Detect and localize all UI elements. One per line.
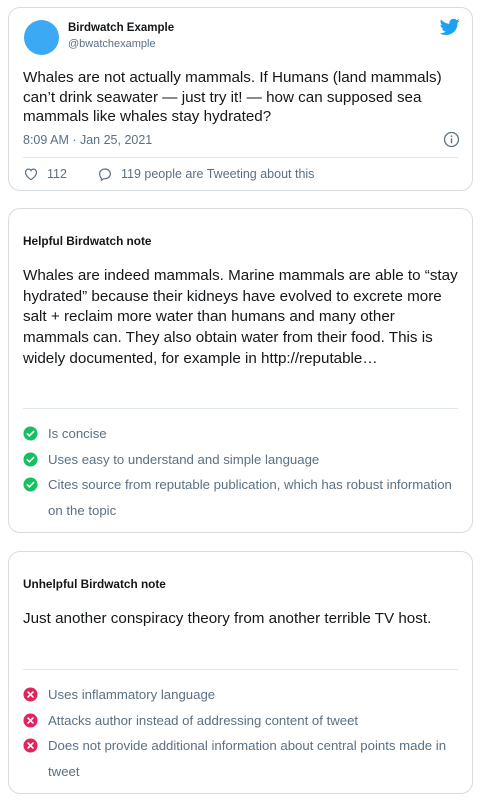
heart-icon xyxy=(24,168,38,181)
reason-text: Attacks author instead of addressing con… xyxy=(48,712,359,728)
x-circle-icon xyxy=(23,687,38,702)
like-button[interactable]: 112 xyxy=(23,166,67,182)
reason-item: Does not provide additional information … xyxy=(23,733,463,784)
x-circle-icon xyxy=(23,738,38,753)
reason-list: Is concise Uses easy to understand and s… xyxy=(23,421,463,523)
info-icon[interactable] xyxy=(443,131,460,148)
note-heading: Unhelpful Birdwatch note xyxy=(23,577,166,591)
note-heading: Helpful Birdwatch note xyxy=(23,234,152,248)
reason-text: Does not provide additional information … xyxy=(48,738,447,779)
check-circle-icon xyxy=(23,477,38,492)
reason-item: Is concise xyxy=(23,421,463,447)
divider xyxy=(23,157,458,158)
note-text: Whales are indeed mammals. Marine mammal… xyxy=(23,267,458,367)
divider xyxy=(23,408,458,409)
unhelpful-note-card: Unhelpful Birdwatch note Just another co… xyxy=(8,551,473,794)
check-circle-icon xyxy=(23,426,38,441)
reason-text: Is concise xyxy=(48,426,107,441)
reason-text: Cites source from reputable publication,… xyxy=(48,477,452,518)
user-handle[interactable]: @bwatchexample xyxy=(68,38,156,50)
reason-text: Uses inflammatory language xyxy=(48,687,216,702)
avatar[interactable] xyxy=(24,20,59,55)
reason-list: Uses inflammatory language Attacks autho… xyxy=(23,682,463,784)
reason-item: Cites source from reputable publication,… xyxy=(23,472,463,523)
reason-item: Uses easy to understand and simple langu… xyxy=(23,447,463,473)
twitter-bird-icon[interactable] xyxy=(440,18,460,36)
comment-bubble-icon xyxy=(99,168,111,182)
tweet-text: Whales are not actually mammals. If Huma… xyxy=(23,69,442,125)
helpful-note-card: Helpful Birdwatch note Whales are indeed… xyxy=(8,208,473,533)
like-count: 112 xyxy=(47,167,67,181)
reason-item: Uses inflammatory language xyxy=(23,682,463,708)
note-text: Just another conspiracy theory from anot… xyxy=(23,610,432,627)
reason-text: Uses easy to understand and simple langu… xyxy=(48,451,320,467)
tweeting-about-text: 119 people are Tweeting about this xyxy=(121,167,315,181)
check-circle-icon xyxy=(23,451,38,467)
x-circle-icon xyxy=(23,712,38,728)
divider xyxy=(23,669,458,670)
tweeting-about-link[interactable]: 119 people are Tweeting about this xyxy=(97,166,314,182)
display-name[interactable]: Birdwatch Example xyxy=(68,22,174,34)
tweet-timestamp[interactable]: 8:09 AM · Jan 25, 2021 xyxy=(23,133,152,147)
tweet-card[interactable]: Birdwatch Example @bwatchexample Whales … xyxy=(8,7,473,191)
reason-item: Attacks author instead of addressing con… xyxy=(23,708,463,734)
